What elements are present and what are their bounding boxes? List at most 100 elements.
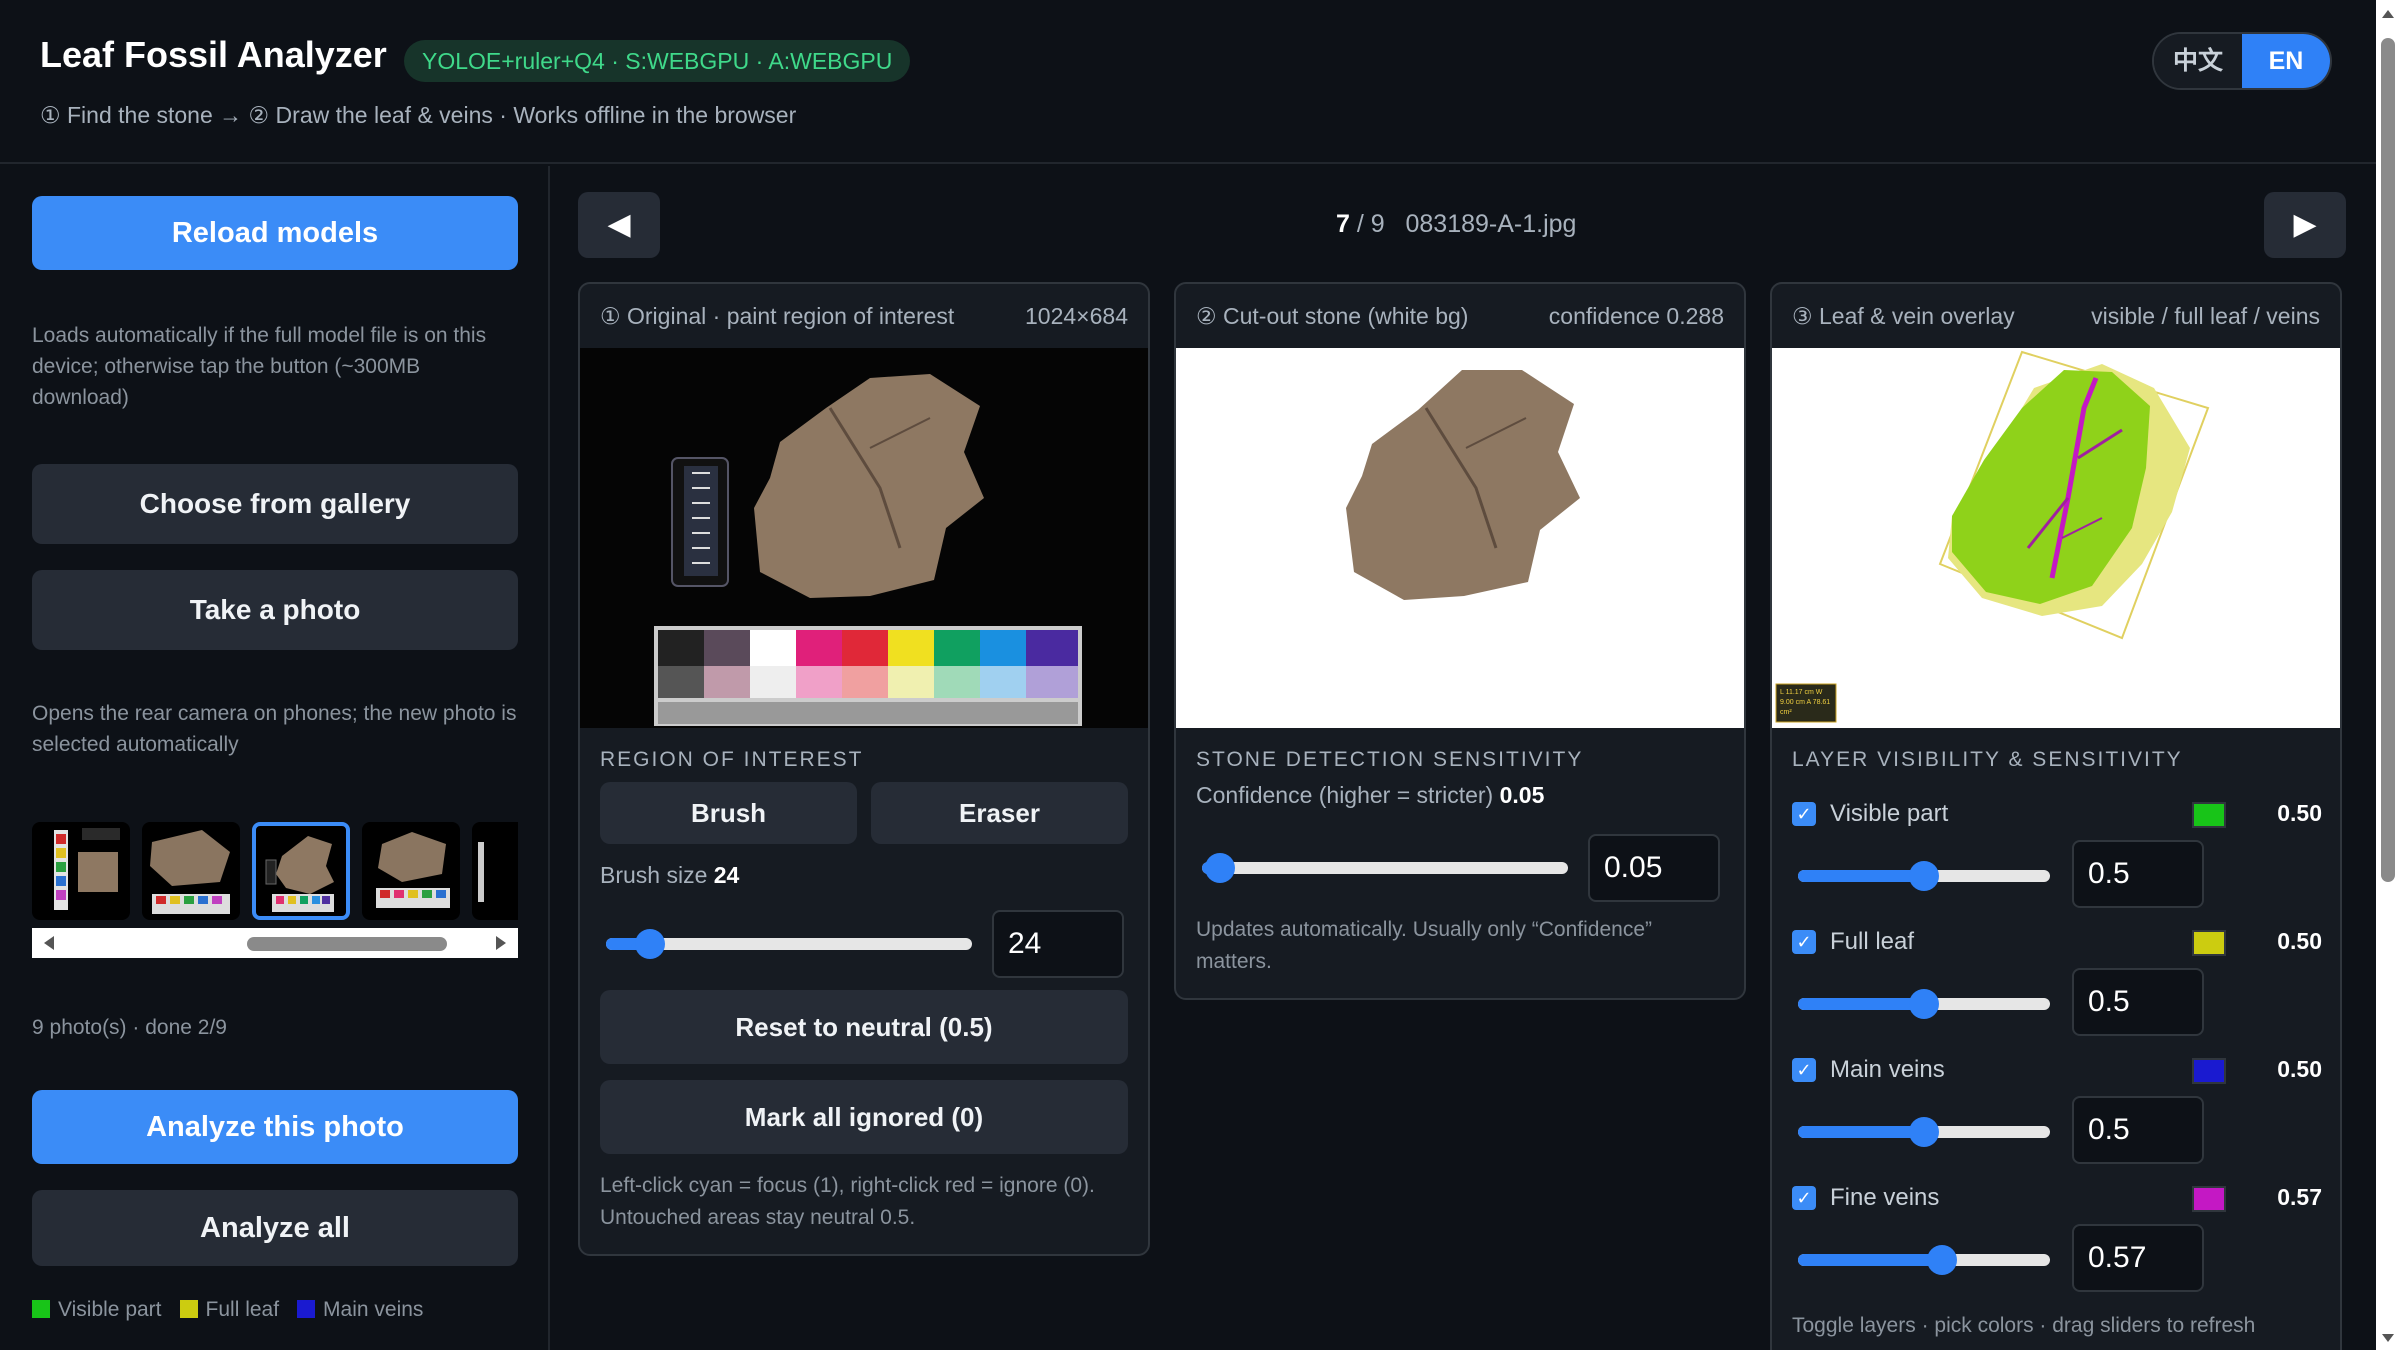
- color-picker[interactable]: [2192, 802, 2226, 828]
- scroll-left-icon[interactable]: [44, 936, 54, 950]
- legend-item: Visible part: [32, 1298, 162, 1322]
- mark-ignored-button[interactable]: Mark all ignored (0): [600, 1080, 1128, 1154]
- legend-item: Full leaf: [179, 1298, 279, 1322]
- thumbnail[interactable]: [142, 822, 240, 920]
- thumbnail[interactable]: [32, 822, 130, 920]
- sidebar: Reload models Loads automatically if the…: [0, 166, 550, 1350]
- current-index: 7: [1336, 210, 1350, 238]
- photo-count: 9 photo(s) · done 2/9: [32, 1016, 227, 1039]
- panel-header: ① Original · paint region of interest 10…: [580, 284, 1148, 348]
- fine-veins-input[interactable]: 0.57: [2072, 1224, 2204, 1292]
- cutout-image: [1176, 348, 1744, 728]
- sensitivity-section: STONE DETECTION SENSITIVITY Confidence (…: [1176, 728, 1744, 809]
- brush-size-slider[interactable]: [606, 929, 972, 959]
- layer-fine-veins: ✓ Fine veins 0.57: [1792, 1180, 2322, 1220]
- roi-note: Left-click cyan = focus (1), right-click…: [600, 1174, 1095, 1229]
- layer-full-leaf: ✓ Full leaf 0.50: [1792, 924, 2322, 964]
- scroll-thumb[interactable]: [2381, 38, 2395, 882]
- layer-label: Main veins: [1830, 1056, 1945, 1083]
- full-leaf-slider[interactable]: [1798, 989, 2050, 1019]
- eraser-button[interactable]: Eraser: [871, 782, 1128, 844]
- page-scrollbar[interactable]: [2376, 0, 2400, 1350]
- thumbnail-strip: [32, 816, 518, 940]
- prev-photo-button[interactable]: ◀: [578, 192, 660, 258]
- scroll-right-icon[interactable]: [496, 936, 506, 950]
- reset-neutral-button[interactable]: Reset to neutral (0.5): [600, 990, 1128, 1064]
- layer-label: Visible part: [1830, 800, 1949, 827]
- thumbnail[interactable]: [472, 822, 518, 920]
- panel-header: ③ Leaf & vein overlay visible / full lea…: [1772, 284, 2340, 348]
- confidence-slider[interactable]: [1202, 853, 1568, 883]
- layer-label: Full leaf: [1830, 928, 1915, 955]
- slider-fill: [1798, 1126, 1924, 1138]
- analyze-this-button[interactable]: Analyze this photo: [32, 1090, 518, 1164]
- thumbnail-scrollbar[interactable]: [32, 928, 518, 958]
- main-veins-slider[interactable]: [1798, 1117, 2050, 1147]
- scroll-thumb[interactable]: [247, 937, 447, 951]
- thumbnail[interactable]: [362, 822, 460, 920]
- panel-title: ① Original · paint region of interest: [600, 302, 955, 329]
- sensitivity-note: Updates automatically. Usually only “Con…: [1196, 918, 1652, 973]
- section-title: STONE DETECTION SENSITIVITY: [1196, 748, 1584, 771]
- slider-knob[interactable]: [634, 929, 665, 959]
- ruler-readout: L 11.17 cm W 9.00 cm A 78.61 cm²: [1780, 689, 1831, 716]
- app-header: Leaf Fossil Analyzer YOLOE+ruler+Q4 · S:…: [0, 0, 2400, 164]
- photo-counter: 7 / 9 083189-A-1.jpg: [1336, 210, 1576, 239]
- next-photo-button[interactable]: ▶: [2264, 192, 2346, 258]
- confidence-value: confidence 0.288: [1548, 302, 1724, 329]
- app-subtitle: ① Find the stone → ② Draw the leaf & vei…: [40, 102, 797, 128]
- section-title: REGION OF INTEREST: [600, 748, 864, 771]
- main-veins-input[interactable]: 0.5: [2072, 1096, 2204, 1164]
- choose-gallery-button[interactable]: Choose from gallery: [32, 464, 518, 544]
- brush-size-label: Brush size 24: [600, 862, 740, 888]
- slider-knob[interactable]: [1909, 861, 1939, 891]
- full-leaf-input[interactable]: 0.5: [2072, 968, 2204, 1036]
- layer-main-veins: ✓ Main veins 0.50: [1792, 1052, 2322, 1092]
- brush-size-input[interactable]: 24: [992, 910, 1124, 978]
- scroll-up-icon[interactable]: [2382, 10, 2394, 18]
- original-image-canvas[interactable]: [580, 348, 1148, 728]
- layers-section: LAYER VISIBILITY & SENSITIVITY: [1772, 728, 2340, 772]
- color-picker[interactable]: [2192, 1058, 2226, 1084]
- roi-section: REGION OF INTEREST Brush Eraser Brush si…: [580, 728, 1148, 889]
- layer-label: Fine veins: [1830, 1184, 1940, 1211]
- take-photo-button[interactable]: Take a photo: [32, 570, 518, 650]
- reload-models-button[interactable]: Reload models: [32, 196, 518, 270]
- visible-checkbox[interactable]: ✓: [1792, 802, 1816, 826]
- sidebar-legend: Visible part Full leaf Main veins: [32, 1298, 423, 1322]
- confidence-input[interactable]: 0.05: [1588, 834, 1720, 902]
- original-panel: ① Original · paint region of interest 10…: [578, 282, 1150, 1256]
- color-picker[interactable]: [2192, 1186, 2226, 1212]
- main-veins-checkbox[interactable]: ✓: [1792, 1058, 1816, 1082]
- legend-swatch: [179, 1300, 198, 1318]
- overlay-image: L 11.17 cm W 9.00 cm A 78.61 cm²: [1772, 348, 2340, 728]
- lang-en-button[interactable]: EN: [2242, 34, 2330, 88]
- slider-knob[interactable]: [1926, 1245, 1957, 1275]
- lang-zh-button[interactable]: 中文: [2154, 34, 2242, 88]
- filename: 083189-A-1.jpg: [1405, 210, 1577, 238]
- reload-note: Loads automatically if the full model fi…: [32, 324, 487, 409]
- layer-visible: ✓ Visible part 0.50: [1792, 796, 2322, 836]
- analyze-all-button[interactable]: Analyze all: [32, 1190, 518, 1266]
- slider-fill: [1798, 870, 1924, 882]
- brush-button[interactable]: Brush: [600, 782, 857, 844]
- panel-header: ② Cut-out stone (white bg) confidence 0.…: [1176, 284, 1744, 348]
- visible-slider[interactable]: [1798, 861, 2050, 891]
- slider-fill: [1798, 998, 1924, 1010]
- visible-input[interactable]: 0.5: [2072, 840, 2204, 908]
- layers-note: Toggle layers · pick colors · drag slide…: [1792, 1314, 2256, 1337]
- overlay-panel: ③ Leaf & vein overlay visible / full lea…: [1770, 282, 2342, 1350]
- overlay-legend: visible / full leaf / veins: [2091, 302, 2320, 329]
- fine-veins-slider[interactable]: [1798, 1245, 2050, 1275]
- color-picker[interactable]: [2192, 930, 2226, 956]
- image-size: 1024×684: [1025, 302, 1128, 329]
- layer-value: 0.50: [2277, 928, 2322, 954]
- full-leaf-checkbox[interactable]: ✓: [1792, 930, 1816, 954]
- thumbnail-selected[interactable]: [252, 822, 350, 920]
- scroll-down-icon[interactable]: [2382, 1334, 2394, 1342]
- slider-knob[interactable]: [1205, 853, 1236, 883]
- language-toggle: 中文 EN: [2152, 32, 2332, 90]
- fine-veins-checkbox[interactable]: ✓: [1792, 1186, 1816, 1210]
- slider-knob[interactable]: [1909, 1117, 1939, 1147]
- slider-knob[interactable]: [1909, 989, 1939, 1019]
